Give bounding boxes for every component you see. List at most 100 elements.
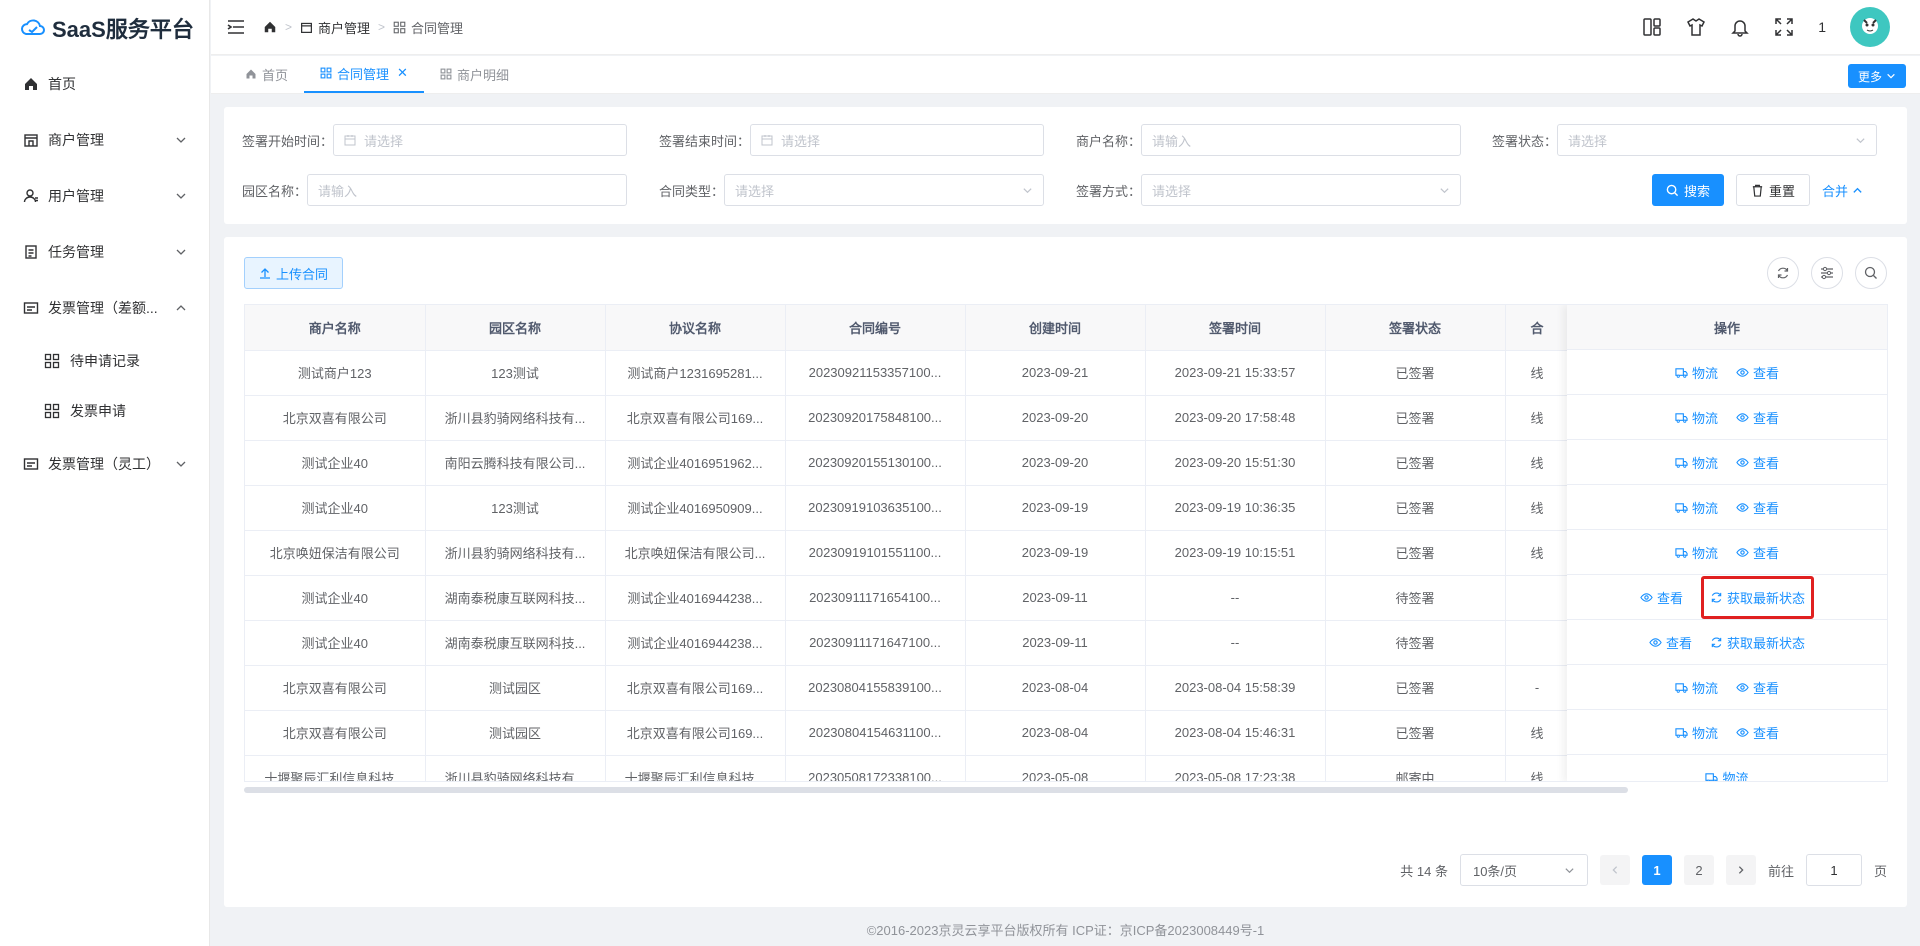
collapse-label: 合并 (1822, 183, 1849, 199)
table-cell: 线 (1505, 530, 1570, 576)
reset-button[interactable]: 重置 (1736, 174, 1811, 206)
reset-button-label: 重置 (1769, 183, 1796, 199)
logistics-link[interactable]: 物流 (1675, 543, 1718, 562)
logistics-link[interactable]: 物流 (1675, 408, 1718, 427)
merchant-name-label: 商户名称： (1076, 133, 1142, 149)
home-icon[interactable] (263, 20, 277, 34)
refresh-status-link[interactable]: 获取最新状态 (1701, 575, 1815, 619)
theme-shirt-icon[interactable] (1686, 17, 1706, 37)
sign-start-date-picker[interactable]: 请选择 (333, 124, 628, 156)
top-header: > 商户管理 > 合同管理 1 (211, 0, 1920, 55)
view-link[interactable]: 查看 (1736, 678, 1779, 697)
fullscreen-icon[interactable] (1774, 17, 1794, 37)
next-page-button[interactable] (1725, 855, 1756, 885)
table-cell: 20230508172338100... (785, 755, 966, 781)
more-button[interactable]: 更多 (1847, 64, 1906, 88)
view-link[interactable]: 查看 (1736, 363, 1779, 382)
filter-panel: 签署开始时间： 请选择 签署结束时间： 请选择 商户名称： 请输入 签署状态： … (224, 107, 1907, 224)
goto-page-input[interactable]: 1 (1805, 854, 1862, 886)
table-cell: 测试企业40 (245, 485, 426, 531)
truck-icon (1675, 547, 1688, 558)
sidebar-item-tasks[interactable]: 任务管理 (0, 224, 209, 280)
store-icon (22, 131, 40, 149)
avatar[interactable] (1850, 7, 1890, 47)
page-2-button[interactable]: 2 (1683, 855, 1714, 885)
search-button[interactable]: 搜索 (1652, 174, 1725, 206)
tab-contract-management[interactable]: 合同管理 ✕ (304, 55, 424, 93)
column-settings-button[interactable] (1811, 257, 1843, 289)
search-toggle-button[interactable] (1855, 257, 1887, 289)
tab-home[interactable]: 首页 (229, 55, 304, 93)
op-label: 物流 (1691, 365, 1718, 381)
logistics-link[interactable]: 物流 (1675, 363, 1718, 382)
op-label: 查看 (1753, 725, 1780, 741)
contract-type-select[interactable]: 请选择 (724, 174, 1045, 206)
view-link[interactable]: 查看 (1736, 498, 1779, 517)
sidebar-item-merchant[interactable]: 商户管理 (0, 112, 209, 168)
breadcrumb-contract: 合同管理 (393, 18, 463, 37)
tab-merchant-detail[interactable]: 商户明细 (424, 55, 525, 93)
park-name-input[interactable]: 请输入 (307, 174, 628, 206)
table-cell: 2023-09-20 15:51:30 (1145, 440, 1326, 486)
table-cell: 线 (1505, 485, 1570, 531)
table-cell: 北京双喜有限公司169... (605, 665, 786, 711)
refresh-status-link[interactable]: 获取最新状态 (1710, 633, 1805, 652)
upload-contract-button[interactable]: 上传合同 (244, 257, 344, 289)
sidebar-subitem-pending[interactable]: 待申请记录 (0, 336, 209, 386)
merchant-name-input[interactable]: 请输入 (1141, 124, 1462, 156)
view-link[interactable]: 查看 (1736, 453, 1779, 472)
sign-method-select[interactable]: 请选择 (1141, 174, 1462, 206)
view-link[interactable]: 查看 (1640, 588, 1683, 607)
sidebar-item-home[interactable]: 首页 (0, 56, 209, 112)
table-cell: 2023-08-04 15:58:39 (1145, 665, 1326, 711)
logistics-link[interactable]: 物流 (1675, 723, 1718, 742)
app-logo[interactable]: SaaS服务平台 (0, 0, 209, 56)
ops-row: 查看 获取最新状态 (1567, 620, 1887, 665)
merchant-name-placeholder: 请输入 (1152, 133, 1192, 149)
sidebar-subitem-invoice-apply[interactable]: 发票申请 (0, 386, 209, 436)
table-cell: 20230920175848100... (785, 395, 966, 441)
layout-icon[interactable] (1642, 17, 1662, 37)
table-cell: 已签署 (1325, 530, 1506, 576)
bell-icon[interactable] (1730, 17, 1750, 37)
logistics-link[interactable]: 物流 (1675, 498, 1718, 517)
view-link[interactable]: 查看 (1736, 723, 1779, 742)
table-header-row: 商户名称 园区名称 协议名称 合同编号 创建时间 签署时间 签署状态 合 (245, 305, 1570, 351)
sign-status-label: 签署状态： (1492, 133, 1558, 149)
page-1-button[interactable]: 1 (1641, 855, 1672, 885)
chevron-down-icon (176, 249, 186, 255)
view-link[interactable]: 查看 (1736, 408, 1779, 427)
collapse-toggle[interactable]: 合并 (1822, 181, 1863, 200)
op-label: 查看 (1753, 455, 1780, 471)
refresh-button[interactable] (1767, 257, 1799, 289)
page-size-select[interactable]: 10条/页 (1459, 854, 1588, 886)
sign-end-date-picker[interactable]: 请选择 (750, 124, 1045, 156)
sidebar-item-invoice-diff[interactable]: 发票管理（差额... (0, 280, 209, 336)
prev-page-button[interactable] (1599, 855, 1630, 885)
close-icon[interactable]: ✕ (397, 65, 408, 81)
menu-toggle-icon[interactable] (227, 19, 245, 35)
truck-icon (1675, 682, 1688, 693)
sign-status-select[interactable]: 请选择 (1557, 124, 1878, 156)
table-row: 北京双喜有限公司 测试园区 北京双喜有限公司169... 20230804154631… (245, 710, 1570, 756)
view-link[interactable]: 查看 (1736, 543, 1779, 562)
chevron-up-icon (1853, 187, 1862, 193)
sidebar-item-invoice-flex[interactable]: 发票管理（灵工） (0, 436, 209, 492)
breadcrumb-merchant[interactable]: 商户管理 (300, 18, 370, 37)
table-cell: 20230804155839100... (785, 665, 966, 711)
table-row: 测试企业40 南阳云腾科技有限公司... 测试企业4016951962... 2023… (245, 440, 1570, 486)
logistics-link[interactable]: 物流 (1675, 678, 1718, 697)
horizontal-scrollbar[interactable] (244, 787, 1628, 793)
eye-icon (1736, 367, 1749, 377)
table-cell: 20230921153357100... (785, 350, 966, 396)
operations-column: 操作 物流 查看 物流 查看 物流 查看 物流 查看 物流 查看 查看 获取最新状态 查看 获取最新状态物… (1567, 305, 1887, 781)
truck-icon (1675, 727, 1688, 738)
view-link[interactable]: 查看 (1649, 633, 1692, 652)
grid-icon (320, 67, 332, 79)
logistics-link[interactable]: 物流 (1675, 453, 1718, 472)
footer-copyright: ©2016-2023京灵云享平台版权所有 ICP证：京ICP备202300844… (866, 923, 1265, 938)
sidebar-item-users[interactable]: 用户管理 (0, 168, 209, 224)
logistics-link[interactable]: 物流 (1705, 768, 1749, 781)
table-cell: 待签署 (1325, 575, 1506, 621)
table-cell: -- (1145, 620, 1326, 666)
